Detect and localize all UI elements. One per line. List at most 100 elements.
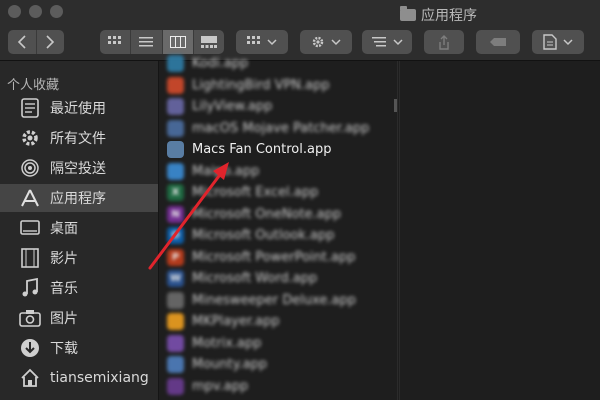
bird-icon: [167, 76, 184, 94]
file-row[interactable]: LightingBird VPN.app: [159, 75, 396, 96]
list-view-button[interactable]: [131, 30, 163, 54]
column-resize-handle[interactable]: [394, 99, 397, 112]
file-name: LilyView.app: [192, 99, 273, 114]
file-row[interactable]: Macs Fan Control.app: [159, 139, 396, 160]
outlook-icon: O: [167, 227, 184, 244]
file-row[interactable]: mpv.app: [159, 376, 396, 397]
share-button[interactable]: [424, 30, 464, 54]
lily-icon: [167, 98, 184, 115]
file-name: Microsoft Word.app: [192, 271, 318, 286]
desktop-icon: [18, 216, 42, 240]
back-button[interactable]: [8, 30, 37, 54]
file-name: macOS Mojave Patcher.app: [192, 120, 370, 136]
file-row[interactable]: Mounty.app: [159, 354, 396, 375]
sidebar-item-desktop[interactable]: 桌面: [0, 214, 158, 242]
file-name: Minesweeper Deluxe.app: [192, 292, 356, 308]
forward-button[interactable]: [37, 30, 65, 54]
download-icon: [18, 336, 42, 360]
file-row[interactable]: Motrix.app: [159, 333, 396, 354]
quick-look-button[interactable]: [532, 30, 584, 54]
folder-icon: [400, 6, 416, 21]
file-row[interactable]: O Microsoft Outlook.app: [159, 225, 396, 246]
share-icon: [439, 34, 449, 50]
sidebar-item-label: 隔空投送: [50, 161, 106, 177]
window-title: 应用程序: [400, 5, 477, 25]
file-row[interactable]: W Microsoft Word.app: [159, 268, 396, 289]
list-icon: [139, 37, 154, 47]
file-row[interactable]: LilyView.app: [159, 96, 396, 117]
action-button[interactable]: [300, 30, 352, 54]
file-row[interactable]: MKPlayer.app: [159, 311, 396, 332]
file-name: mpv.app: [192, 378, 249, 394]
gallery-view-button[interactable]: [194, 30, 224, 54]
view-mode-control: [100, 30, 224, 54]
player-icon: [167, 313, 184, 330]
film-icon: [18, 246, 42, 270]
file-browser-columns: Kodi.app LightingBird VPN.app LilyView.app…: [159, 55, 600, 400]
gear-icon: [312, 36, 324, 48]
sidebar-item-home[interactable]: tiansemixiang: [0, 364, 158, 392]
sidebar-item-label: 应用程序: [50, 191, 106, 207]
file-row[interactable]: Kodi.app: [159, 53, 396, 74]
minesweeper-icon: [167, 291, 184, 309]
sidebar-section-title: 个人收藏: [7, 78, 60, 93]
sidebar-item-applications[interactable]: 应用程序: [0, 184, 158, 212]
music-icon: [18, 276, 42, 300]
sidebar-item-label: 桌面: [50, 221, 78, 237]
recent-icon: [18, 96, 42, 120]
zoom-window-button[interactable]: [50, 5, 63, 18]
sidebar-item-music[interactable]: 音乐: [0, 274, 158, 302]
columns-icon: [169, 36, 186, 48]
chevron-down-icon: [267, 39, 277, 46]
chevron-right-icon: [46, 35, 55, 49]
file-row[interactable]: P Microsoft PowerPoint.app: [159, 247, 396, 268]
sidebar-item-label: tiansemixiang: [50, 370, 149, 386]
close-window-button[interactable]: [8, 5, 21, 18]
gallery-icon: [200, 36, 217, 48]
sidebar-item-downloads[interactable]: 下载: [0, 334, 158, 362]
sidebar-item-recent[interactable]: 最近使用: [0, 94, 158, 122]
file-row[interactable]: N Microsoft OneNote.app: [159, 204, 396, 225]
chevron-down-icon: [392, 39, 403, 46]
column-view-button[interactable]: [162, 30, 194, 54]
icon-view-button[interactable]: [100, 30, 132, 54]
tag-button[interactable]: [476, 30, 520, 54]
file-name: MKPlayer.app: [192, 314, 280, 329]
file-name: Microsoft OneNote.app: [192, 206, 342, 222]
chevron-left-icon: [17, 35, 26, 49]
sidebar-item-label: 最近使用: [50, 101, 106, 117]
file-name: Motrix.app: [192, 335, 262, 351]
sidebar-item-movies[interactable]: 影片: [0, 244, 158, 272]
file-name: Mounty.app: [192, 357, 268, 372]
motrix-icon: [167, 334, 184, 352]
file-row[interactable]: macOS Mojave Patcher.app: [159, 118, 396, 139]
sidebar-item-label: 影片: [50, 251, 78, 267]
group-by-button[interactable]: [236, 30, 288, 54]
sidebar: 个人收藏 最近使用 所有文件 隔空投送 应用程序 桌面 影片 音乐 图片 下载 …: [0, 61, 159, 400]
sidebar-item-airdrop[interactable]: 隔空投送: [0, 154, 158, 182]
grid-icon: [108, 36, 122, 44]
mounty-icon: [167, 356, 184, 373]
arrange-button[interactable]: [362, 30, 412, 54]
sidebar-item-all-files[interactable]: 所有文件: [0, 124, 158, 152]
file-row[interactable]: Maipo.app: [159, 161, 396, 182]
group-grid-icon: [247, 36, 260, 44]
file-row[interactable]: X Microsoft Excel.app: [159, 182, 396, 203]
nav-buttons: [8, 30, 64, 54]
sidebar-item-pictures[interactable]: 图片: [0, 304, 158, 332]
file-row[interactable]: Minesweeper Deluxe.app: [159, 290, 396, 311]
column-divider[interactable]: [397, 61, 398, 400]
chevron-down-icon: [331, 39, 341, 46]
document-icon: [543, 34, 557, 50]
window-title-text: 应用程序: [421, 8, 477, 24]
file-name: Microsoft Excel.app: [192, 185, 319, 200]
excel-icon: X: [167, 184, 184, 201]
kodi-icon: [167, 55, 184, 72]
app-store-icon: [18, 186, 42, 210]
minimize-window-button[interactable]: [29, 5, 42, 18]
title-bar: 应用程序: [0, 0, 600, 30]
file-name: Microsoft Outlook.app: [192, 228, 335, 243]
chevron-down-icon: [563, 39, 573, 46]
home-icon: [18, 366, 42, 390]
patcher-icon: [167, 119, 184, 137]
